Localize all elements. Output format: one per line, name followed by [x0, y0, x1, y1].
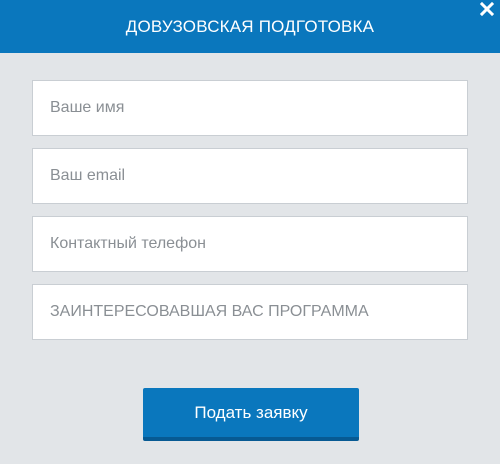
application-modal: ДОВУЗОВСКАЯ ПОДГОТОВКА Подать заявку	[0, 0, 500, 464]
submit-button[interactable]: Подать заявку	[143, 388, 359, 441]
modal-header: ДОВУЗОВСКАЯ ПОДГОТОВКА	[0, 0, 500, 53]
program-input[interactable]	[32, 284, 468, 340]
name-input[interactable]	[32, 80, 468, 136]
modal-title: ДОВУЗОВСКАЯ ПОДГОТОВКА	[125, 16, 375, 36]
phone-input[interactable]	[32, 216, 468, 272]
email-input[interactable]	[32, 148, 468, 204]
close-icon[interactable]	[479, 1, 495, 17]
